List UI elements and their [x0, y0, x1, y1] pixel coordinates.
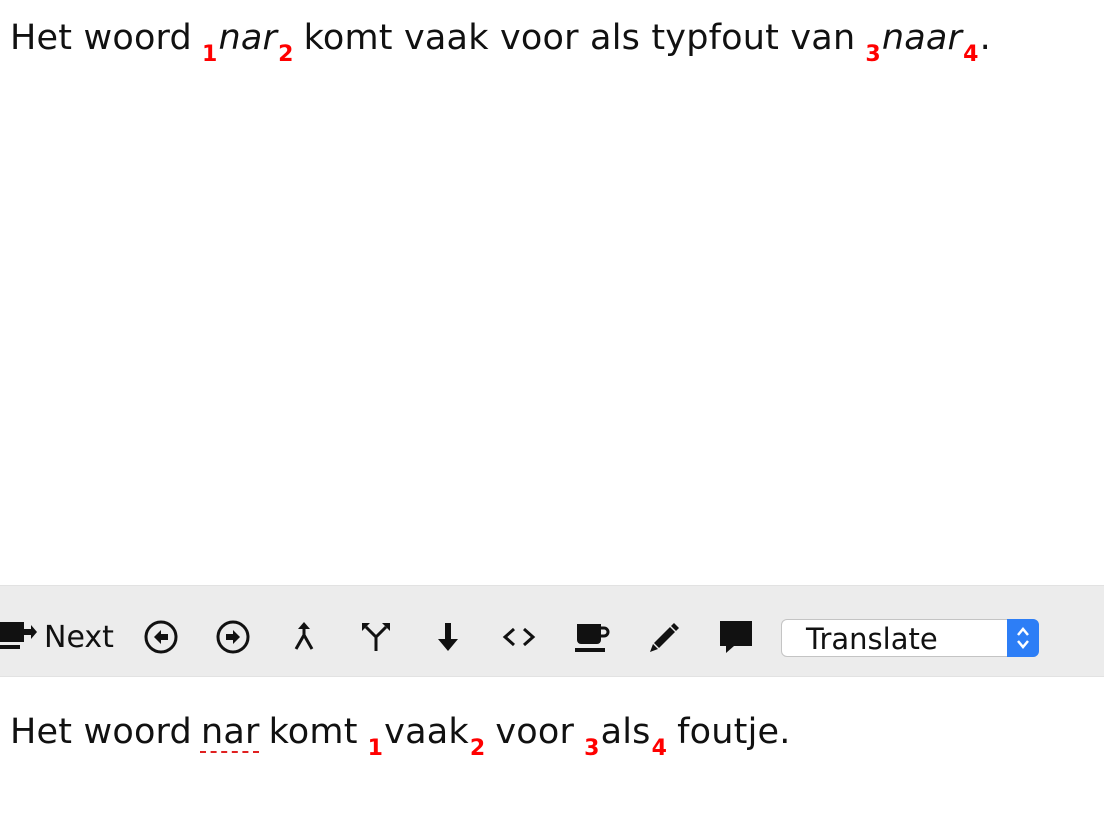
source-text-end: . [979, 18, 991, 58]
mode-select[interactable]: Translate [781, 619, 1039, 657]
target-text-mid: komt [268, 712, 358, 752]
target-pane[interactable] [0, 677, 1104, 838]
misspelled-word[interactable]: nar [201, 712, 260, 752]
tag-marker[interactable]: 3 [865, 42, 881, 67]
target-tagged-word: als [600, 712, 651, 752]
target-text-end: foutje. [677, 712, 791, 752]
tag-marker[interactable]: 3 [584, 736, 600, 761]
tag-marker[interactable]: 2 [278, 42, 294, 67]
previous-circle-icon [143, 619, 179, 655]
next-circle-icon [215, 619, 251, 655]
source-pane: Het woord 1nar2 komt vaak voor als typfout… [0, 0, 1104, 585]
source-text-mid: komt vaak voor als typfout van [303, 18, 856, 58]
source-italic-word: naar [881, 18, 963, 58]
target-segment[interactable]: Het woord nar komt 1vaak2 voor 3als4 foutje. [10, 712, 791, 761]
reference-button[interactable] [573, 618, 611, 656]
merge-icon [288, 619, 320, 655]
source-text-pre: Het woord [10, 18, 192, 58]
down-arrow-icon [432, 619, 464, 655]
pencil-icon [646, 619, 682, 655]
mode-select-value: Translate [806, 622, 938, 656]
next-button[interactable]: Next [0, 619, 114, 655]
next-segment-icon [0, 617, 40, 657]
previous-segment-button[interactable] [142, 618, 180, 656]
split-segment-button[interactable] [357, 618, 395, 656]
merge-segments-button[interactable] [285, 618, 323, 656]
editor-toolbar: Next Translate [0, 585, 1104, 677]
next-unconfirmed-button[interactable] [214, 618, 252, 656]
insert-tags-button[interactable] [500, 618, 538, 656]
tag-marker[interactable]: 1 [368, 736, 384, 761]
split-icon [359, 619, 393, 655]
tag-marker[interactable]: 1 [202, 42, 218, 67]
target-tagged-word: vaak [384, 712, 469, 752]
tag-marker[interactable]: 2 [470, 736, 486, 761]
source-italic-word: nar [218, 18, 278, 58]
next-button-label: Next [44, 619, 114, 655]
code-brackets-icon [500, 619, 538, 655]
coffee-cup-icon [573, 619, 611, 655]
tag-marker[interactable]: 4 [963, 42, 979, 67]
target-text-pre: Het woord [10, 712, 192, 752]
comment-button[interactable] [717, 618, 755, 656]
edit-button[interactable] [645, 618, 683, 656]
source-segment: Het woord 1nar2 komt vaak voor als typfout… [10, 18, 991, 67]
select-chevrons-icon [1007, 619, 1039, 657]
target-text-mid: voor [495, 712, 575, 752]
tag-marker[interactable]: 4 [652, 736, 668, 761]
comment-bubble-icon [717, 618, 755, 656]
copy-source-button[interactable] [429, 618, 467, 656]
